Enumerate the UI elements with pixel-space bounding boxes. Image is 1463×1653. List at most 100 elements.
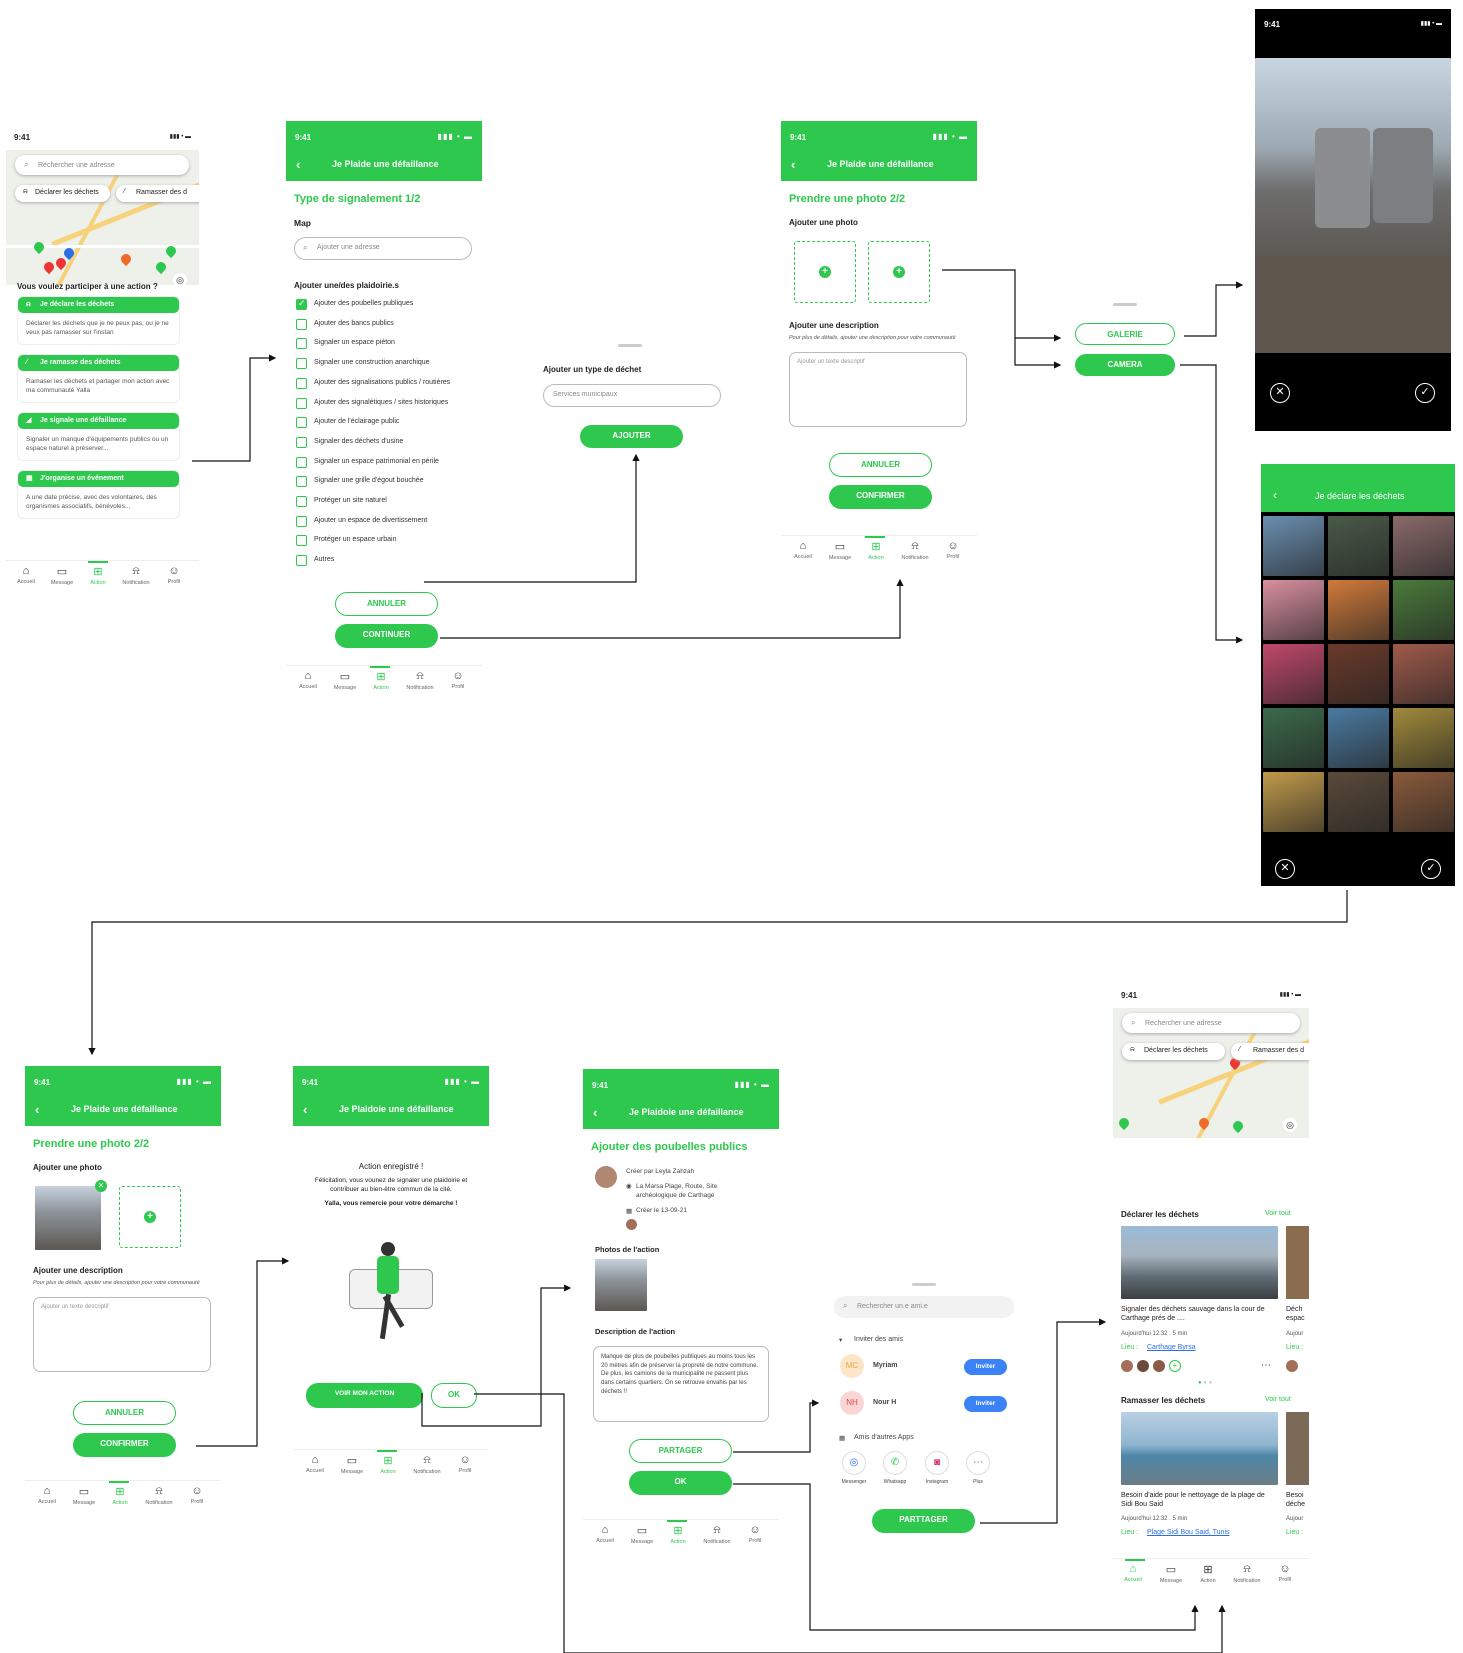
nav-profile[interactable]: ☺ Profil xyxy=(447,1454,483,1474)
nav-profile[interactable]: ☺ Profil xyxy=(440,670,476,690)
camera-button[interactable]: CAMERA xyxy=(1075,354,1175,376)
gallery-thumbnail[interactable] xyxy=(1328,644,1389,704)
chip-collect[interactable]: ⁄ Ramasser des d xyxy=(116,185,199,202)
more-options-icon[interactable]: ⋯ xyxy=(1261,1360,1271,1371)
nav-message[interactable]: ▭ Message xyxy=(822,540,858,561)
nav-message[interactable]: ▭ Message xyxy=(334,1454,370,1475)
see-all-link[interactable]: Voir tout xyxy=(1265,1210,1291,1217)
gallery-thumbnail[interactable] xyxy=(1263,644,1324,704)
nav-notification[interactable]: ⍾ Notification xyxy=(1229,1563,1265,1584)
add-button[interactable]: AJOUTER xyxy=(580,425,683,448)
messenger-icon[interactable]: ◎ xyxy=(842,1451,866,1475)
nav-action[interactable]: ⊞ Action xyxy=(858,540,894,561)
post1b-image[interactable] xyxy=(1286,1226,1309,1299)
action-photo[interactable] xyxy=(595,1259,647,1311)
cancel-button[interactable]: ANNULER xyxy=(829,453,932,477)
ok-button[interactable]: OK xyxy=(629,1471,732,1495)
whatsapp-icon[interactable]: ✆ xyxy=(883,1451,907,1475)
nav-notification[interactable]: ⍾ Notification xyxy=(897,540,933,561)
nav-notification[interactable]: ⍾ Notification xyxy=(118,565,154,586)
nav-message[interactable]: ▭ Message xyxy=(327,670,363,691)
desc-textarea[interactable]: Ajouter un texte descriptif xyxy=(789,352,967,427)
add-photo-slot-1[interactable]: + xyxy=(794,241,856,303)
nav-notification[interactable]: ⍾ Notification xyxy=(699,1524,735,1545)
nav-notification[interactable]: ⍾ Notification xyxy=(409,1454,445,1475)
instagram-icon[interactable]: ◙ xyxy=(925,1451,949,1475)
back-icon[interactable]: ‹ xyxy=(35,1102,39,1117)
back-icon[interactable]: ‹ xyxy=(1273,488,1277,502)
invite-button[interactable]: Inviter xyxy=(964,1396,1007,1412)
checkbox[interactable] xyxy=(296,476,307,488)
checkbox[interactable] xyxy=(296,318,307,330)
post1-place[interactable]: Carthage Byrsa xyxy=(1147,1344,1196,1351)
gallery-thumbnail[interactable] xyxy=(1393,516,1454,576)
nav-home[interactable]: ⌂ Accueil xyxy=(297,1454,333,1474)
gallery-thumbnail[interactable] xyxy=(1328,708,1389,768)
desc-textarea[interactable]: Ajouter un texte descriptif xyxy=(33,1297,211,1372)
gallery-thumbnail[interactable] xyxy=(1393,644,1454,704)
view-action-button[interactable]: VOIR MON ACTION xyxy=(306,1383,423,1408)
nav-action[interactable]: ⊞ Action xyxy=(660,1524,696,1545)
checkbox[interactable] xyxy=(296,417,307,429)
gallery-thumbnail[interactable] xyxy=(1263,516,1324,576)
added-photo[interactable] xyxy=(35,1186,101,1250)
nav-profile[interactable]: ☺ Profil xyxy=(935,540,971,560)
gallery-thumbnail[interactable] xyxy=(1263,772,1324,832)
checkbox[interactable] xyxy=(296,338,307,350)
gallery-thumbnail[interactable] xyxy=(1328,772,1389,832)
nav-notification[interactable]: ⍾ Notification xyxy=(402,670,438,691)
checkbox[interactable] xyxy=(296,377,307,389)
gallery-button[interactable]: GALERIE xyxy=(1075,323,1175,345)
nav-profile[interactable]: ☺ Profil xyxy=(737,1524,773,1544)
back-icon[interactable]: ‹ xyxy=(303,1102,307,1117)
add-participant-icon[interactable]: + xyxy=(1169,1360,1181,1372)
add-photo-slot[interactable]: + xyxy=(119,1186,181,1248)
checkbox[interactable] xyxy=(296,515,307,527)
checkbox[interactable] xyxy=(296,496,307,507)
share-button[interactable]: PARTAGER xyxy=(629,1439,732,1463)
remove-photo-icon[interactable]: ✕ xyxy=(95,1180,107,1192)
add-photo-slot-2[interactable]: + xyxy=(868,241,930,303)
back-icon[interactable]: ‹ xyxy=(593,1105,597,1120)
more-icon[interactable]: ⋯ xyxy=(966,1451,990,1475)
cancel-button[interactable]: ANNULER xyxy=(335,592,438,616)
confirm-button[interactable]: CONFIRMER xyxy=(829,485,932,509)
share-confirm-button[interactable]: PARTTAGER xyxy=(872,1509,975,1533)
friend-search-input[interactable]: ⌕ Rechercher un.e ami.e xyxy=(834,1296,1014,1318)
search-input[interactable]: ⌕ Rechercher une adresse xyxy=(15,155,189,175)
checkbox[interactable]: ✓ xyxy=(296,298,307,310)
card-event[interactable]: ▦ J'organise un événement A une date préc… xyxy=(17,470,180,519)
nav-action[interactable]: ⊞ Action xyxy=(102,1485,138,1506)
nav-message[interactable]: ▭ Message xyxy=(624,1524,660,1545)
checkbox[interactable] xyxy=(296,555,307,567)
post2-image[interactable] xyxy=(1121,1412,1278,1485)
gallery-thumbnail[interactable] xyxy=(1263,580,1324,640)
checkbox[interactable] xyxy=(296,358,307,370)
nav-profile[interactable]: ☺ Profil xyxy=(1267,1563,1303,1583)
close-icon[interactable]: ✕ xyxy=(1275,859,1295,879)
waste-type-input[interactable]: Services municipaux xyxy=(543,384,721,407)
chip-collect[interactable]: ⁄ Ramasser des d xyxy=(1231,1043,1309,1060)
close-icon[interactable]: ✕ xyxy=(1270,383,1290,403)
nav-home[interactable]: ⌂ Accueil xyxy=(785,540,821,560)
invite-button[interactable]: Inviter xyxy=(964,1359,1007,1375)
back-icon[interactable]: ‹ xyxy=(296,157,300,172)
checkbox[interactable] xyxy=(296,535,307,547)
checkbox[interactable] xyxy=(296,436,307,448)
see-all-link[interactable]: Voir tout xyxy=(1265,1396,1291,1403)
checkbox[interactable] xyxy=(296,397,307,409)
nav-message[interactable]: ▭ Message xyxy=(66,1485,102,1506)
chip-declare[interactable]: ⍾ Déclarer les déchets xyxy=(1122,1043,1225,1060)
card-declare[interactable]: ⍾ Je déclare les déchets Déclarer les déc… xyxy=(17,296,180,345)
locate-icon[interactable]: ◎ xyxy=(1283,1118,1297,1132)
search-input[interactable]: ⌕ Rechercher une adresse xyxy=(1122,1013,1300,1033)
gallery-thumbnail[interactable] xyxy=(1393,772,1454,832)
gallery-thumbnail[interactable] xyxy=(1328,580,1389,640)
post2-place[interactable]: Plage Sidi Bou Said, Tunis xyxy=(1147,1529,1230,1536)
nav-home[interactable]: ⌂ Accueil xyxy=(29,1485,65,1505)
locate-icon[interactable]: ◎ xyxy=(173,273,187,285)
gallery-thumbnail[interactable] xyxy=(1393,580,1454,640)
cancel-button[interactable]: ANNULER xyxy=(73,1401,176,1425)
nav-home[interactable]: ⌂ Accueil xyxy=(1115,1563,1151,1583)
nav-message[interactable]: ▭ Message xyxy=(1153,1563,1189,1584)
